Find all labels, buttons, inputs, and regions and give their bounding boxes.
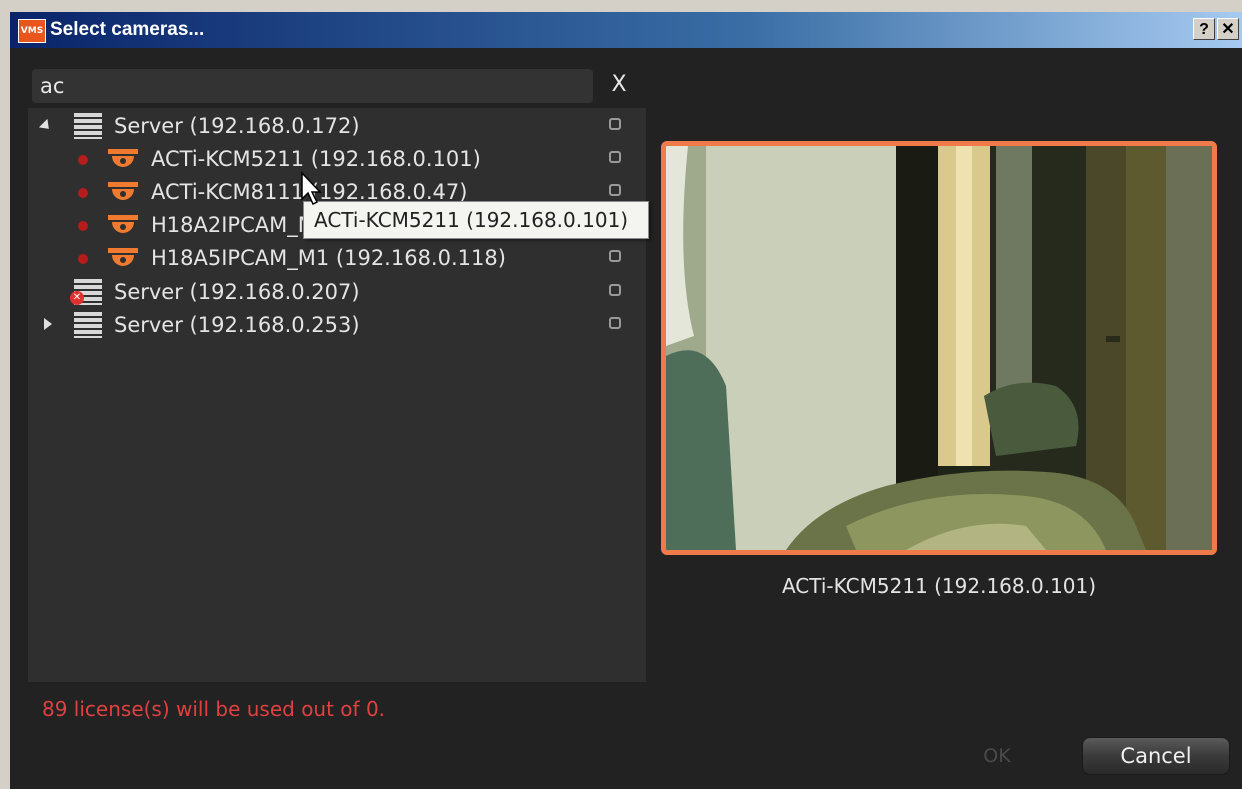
server-checkbox[interactable] <box>609 317 621 329</box>
camera-preview-image <box>666 146 1212 550</box>
camera-label: H18A5IPCAM_M1 (192.168.0.118) <box>151 246 506 270</box>
server-label: Server (192.168.0.207) <box>114 280 360 304</box>
camera-checkbox[interactable] <box>609 184 621 196</box>
server-label: Server (192.168.0.253) <box>114 313 360 337</box>
camera-icon <box>108 182 138 202</box>
close-button[interactable]: ✕ <box>1217 18 1239 40</box>
camera-icon <box>108 248 138 268</box>
clear-search-button[interactable]: X <box>608 70 630 100</box>
server-checkbox[interactable] <box>609 284 621 296</box>
server-checkbox[interactable] <box>609 118 621 130</box>
license-warning: 89 license(s) will be used out of 0. <box>42 697 386 721</box>
help-button[interactable]: ? <box>1193 18 1215 40</box>
title-bar[interactable]: VMS Select cameras... ? ✕ <box>10 12 1242 48</box>
tree-row-camera[interactable]: ACTi-KCM5211 (192.168.0.101) <box>28 143 646 175</box>
ok-button[interactable]: OK <box>977 742 1017 770</box>
camera-icon <box>108 215 138 235</box>
select-cameras-dialog: VMS Select cameras... ? ✕ ac X Server (1… <box>0 0 1242 789</box>
preview-camera-label: ACTi-KCM5211 (192.168.0.101) <box>781 574 1097 598</box>
camera-icon <box>108 149 138 169</box>
camera-tooltip: ACTi-KCM5211 (192.168.0.101) <box>303 201 649 239</box>
camera-checkbox[interactable] <box>609 250 621 262</box>
status-dot-icon <box>78 254 88 264</box>
dialog-body: ac X Server (192.168.0.172) ACTi-KCM5211… <box>10 48 1242 789</box>
status-dot-icon <box>78 155 88 165</box>
camera-tree[interactable]: Server (192.168.0.172) ACTi-KCM5211 (192… <box>28 108 646 682</box>
tree-row-server[interactable]: Server (192.168.0.253) <box>28 309 646 341</box>
expand-arrow-icon[interactable] <box>44 318 52 330</box>
collapse-arrow-icon[interactable] <box>38 118 54 134</box>
camera-label: ACTi-KCM5211 (192.168.0.101) <box>151 147 481 171</box>
window-title: Select cameras... <box>50 19 205 40</box>
mouse-cursor-icon <box>301 171 322 206</box>
status-dot-icon <box>78 188 88 198</box>
server-icon <box>74 312 102 338</box>
camera-search-input[interactable]: ac <box>32 69 593 103</box>
tree-row-server[interactable]: Server (192.168.0.172) <box>28 110 646 142</box>
server-icon <box>74 113 102 139</box>
status-dot-icon <box>78 221 88 231</box>
camera-preview <box>661 141 1217 555</box>
tree-row-server[interactable]: ✕ Server (192.168.0.207) <box>28 276 646 308</box>
vms-app-icon: VMS <box>18 19 46 43</box>
camera-checkbox[interactable] <box>609 151 621 163</box>
server-label: Server (192.168.0.172) <box>114 114 360 138</box>
error-badge-icon: ✕ <box>70 291 84 305</box>
tree-row-camera[interactable]: H18A5IPCAM_M1 (192.168.0.118) <box>28 242 646 274</box>
cancel-button[interactable]: Cancel <box>1082 737 1230 775</box>
